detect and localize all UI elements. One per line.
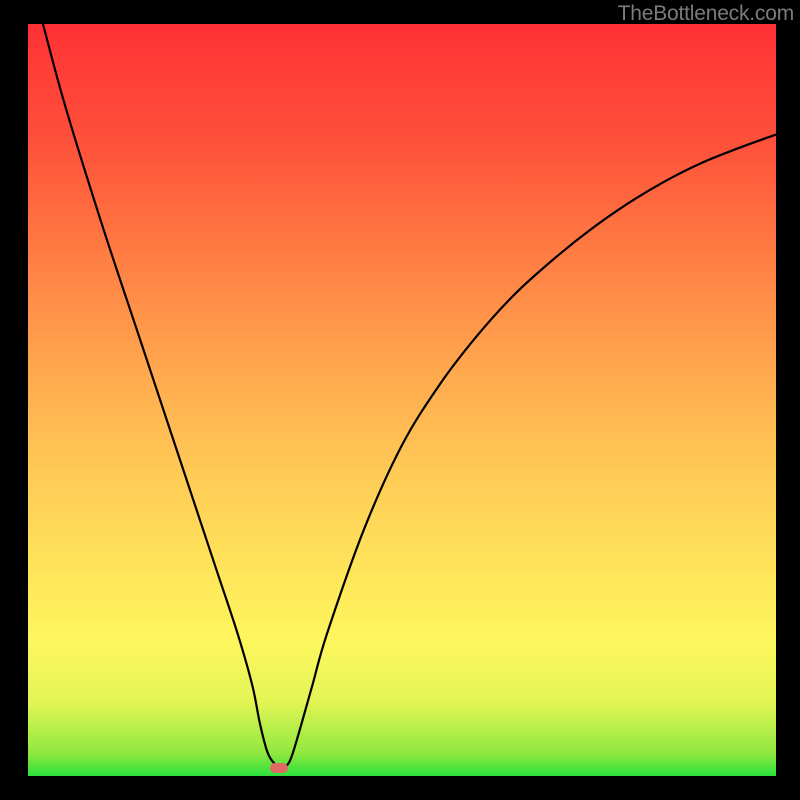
bottleneck-curve (28, 24, 776, 776)
attribution-text: TheBottleneck.com (618, 2, 794, 26)
chart-plot-area (28, 24, 776, 776)
optimum-marker (270, 763, 288, 773)
